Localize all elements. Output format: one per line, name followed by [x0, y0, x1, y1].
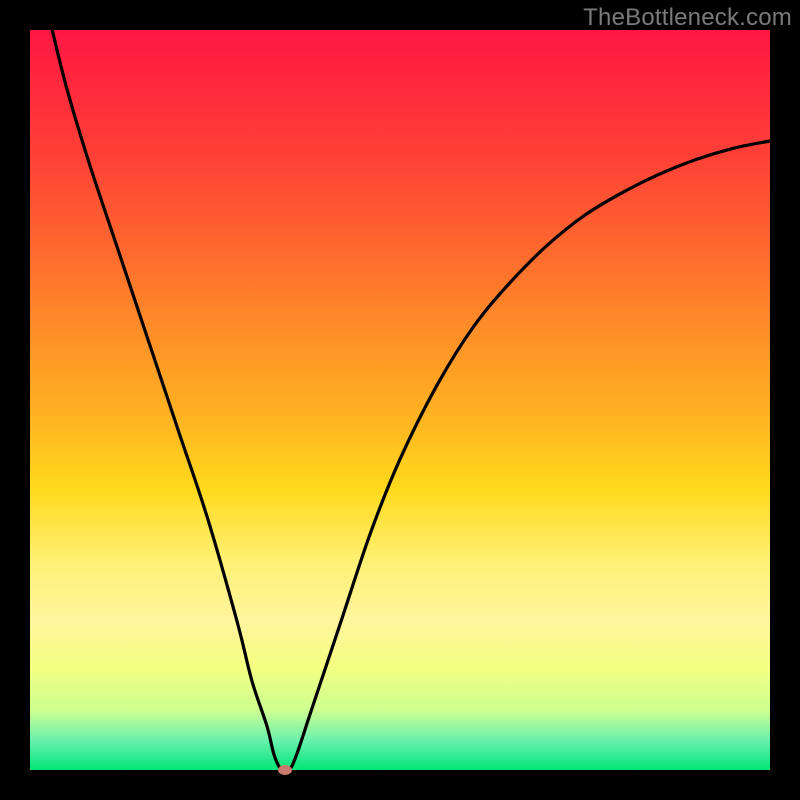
optimal-point-marker	[278, 765, 292, 775]
chart-curve-svg	[30, 30, 770, 770]
chart-plot-area	[30, 30, 770, 770]
bottleneck-curve-path	[52, 30, 770, 770]
watermark-text: TheBottleneck.com	[583, 4, 792, 32]
chart-frame: TheBottleneck.com	[0, 0, 800, 800]
